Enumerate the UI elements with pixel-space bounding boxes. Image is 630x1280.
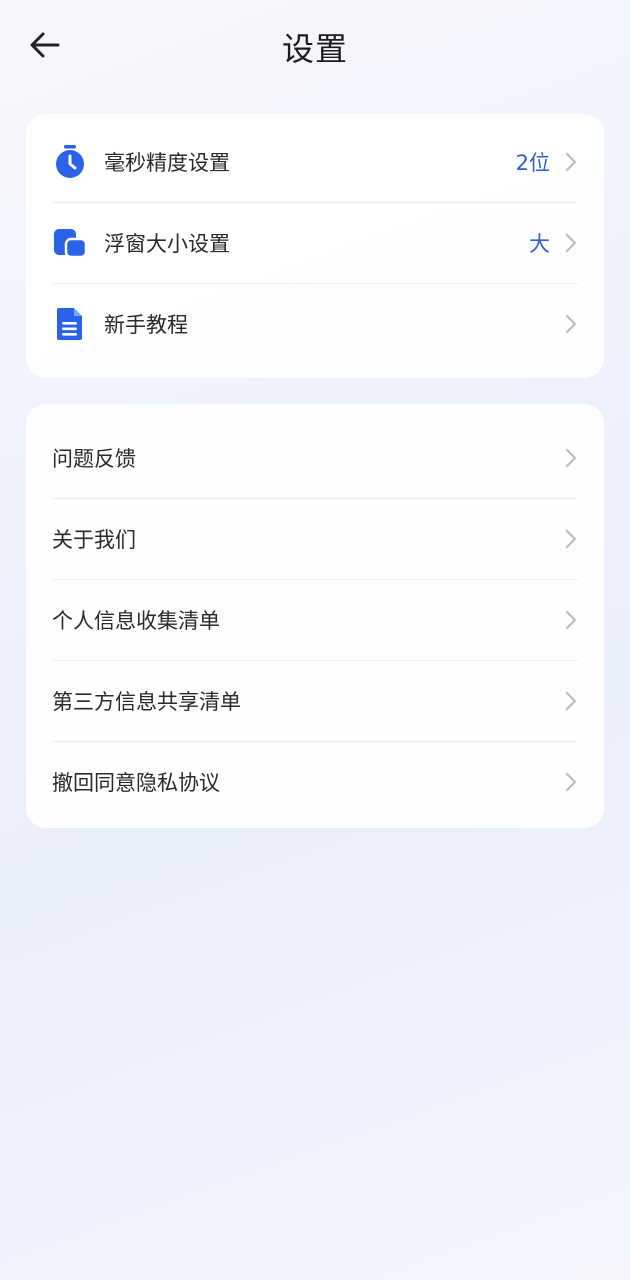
tutorial-label: 新手教程	[104, 313, 188, 337]
chevron-right-icon	[564, 691, 578, 711]
chevron-right-icon	[564, 152, 578, 172]
feedback-label: 问题反馈	[52, 447, 136, 471]
chevron-right-icon	[564, 448, 578, 468]
document-icon	[52, 306, 88, 342]
millisecond-precision-label: 毫秒精度设置	[104, 151, 230, 175]
floating-window-size-value: 大	[529, 232, 550, 256]
header-bar: 设置	[0, 0, 630, 92]
tutorial-row[interactable]: 新手教程	[52, 284, 578, 364]
floating-window-size-row[interactable]: 浮窗大小设置 大	[52, 203, 578, 284]
chevron-right-icon	[564, 529, 578, 549]
chevron-right-icon	[564, 314, 578, 334]
floating-window-size-label: 浮窗大小设置	[104, 232, 230, 256]
stopwatch-icon	[52, 144, 88, 180]
floating-window-icon	[52, 225, 88, 261]
page-title: 设置	[281, 30, 348, 68]
millisecond-precision-row[interactable]: 毫秒精度设置 2位	[52, 122, 578, 203]
third-party-sharing-list-row[interactable]: 第三方信息共享清单	[52, 661, 578, 742]
feedback-row[interactable]: 问题反馈	[52, 418, 578, 499]
chevron-right-icon	[564, 610, 578, 630]
revoke-privacy-consent-label: 撤回同意隐私协议	[52, 771, 220, 795]
chevron-right-icon	[564, 772, 578, 792]
millisecond-precision-value: 2位	[515, 151, 550, 175]
about-us-label: 关于我们	[52, 528, 136, 552]
personal-info-list-row[interactable]: 个人信息收集清单	[52, 580, 578, 661]
info-card: 问题反馈 关于我们 个人信息收集清单 第三方信息共享清单 撤回同意隐私协议	[26, 404, 604, 828]
settings-card: 毫秒精度设置 2位 浮窗大小设置 大 新手教程	[26, 114, 604, 378]
personal-info-list-label: 个人信息收集清单	[52, 609, 220, 633]
third-party-sharing-list-label: 第三方信息共享清单	[52, 690, 241, 714]
about-us-row[interactable]: 关于我们	[52, 499, 578, 580]
chevron-right-icon	[564, 233, 578, 253]
revoke-privacy-consent-row[interactable]: 撤回同意隐私协议	[52, 742, 578, 822]
